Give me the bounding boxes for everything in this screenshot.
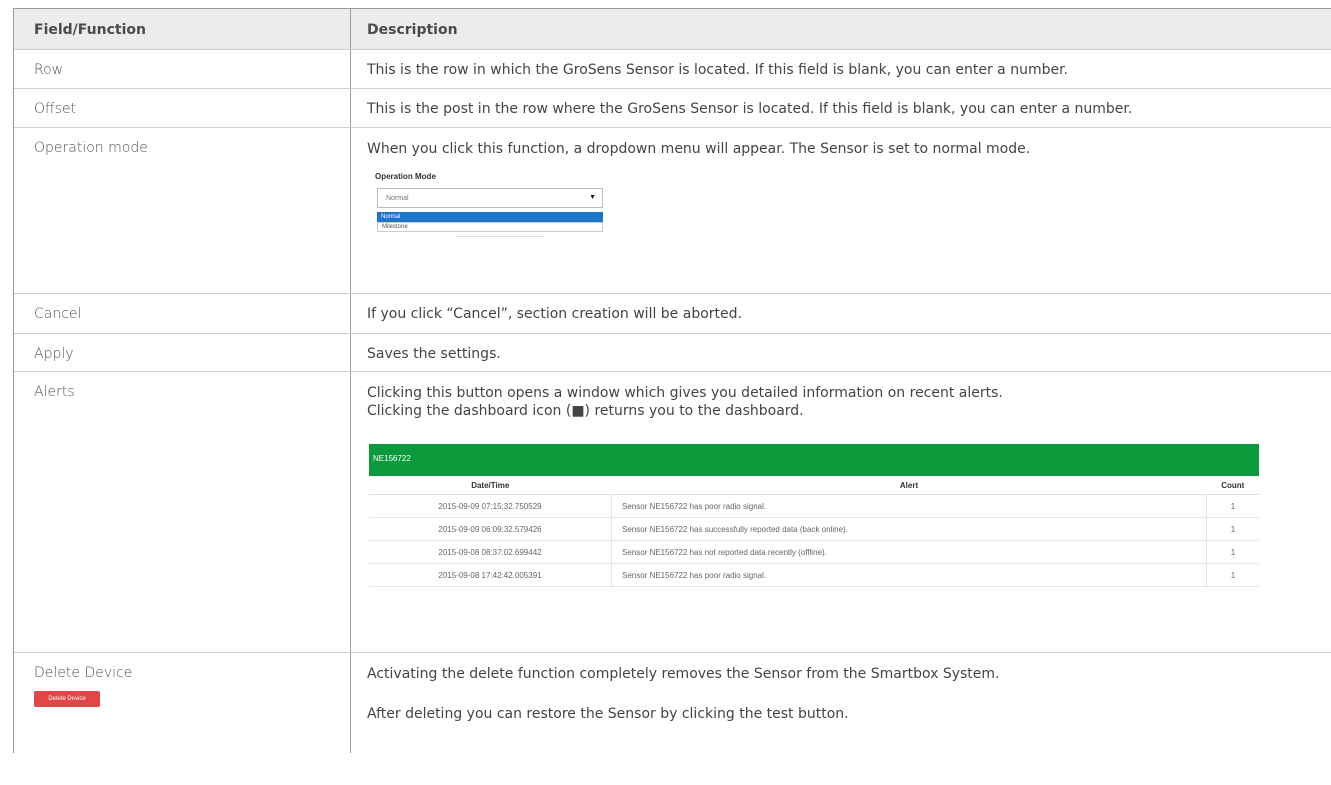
alerts-window-screenshot: NE156722 Date/Time Alert Count 2015-09-0… [369, 444, 1259, 587]
alert-row: 2015-09-09 07:15:32.750529 Sensor NE1567… [369, 494, 1259, 518]
alert-row: 2015-09-08 08:37:02.699442 Sensor NE1567… [369, 540, 1259, 564]
description-cell: Clicking this button opens a window whic… [351, 372, 1331, 652]
table-row: Offset This is the post in the row where… [14, 89, 1331, 128]
description-cell: If you click “Cancel”, section creation … [367, 306, 742, 322]
table-row: Row This is the row in which the GroSens… [14, 50, 1331, 89]
alert-row: 2015-09-09 06:09:32.579426 Sensor NE1567… [369, 517, 1259, 541]
field-cell: Operation mode [14, 128, 351, 293]
description-cell: This is the post in the row where the Gr… [367, 101, 1133, 117]
description-cell: Activating the delete function completel… [351, 653, 1331, 753]
alert-datetime: 2015-09-08 08:37:02.699442 [369, 540, 612, 564]
description-text: Clicking this button opens a window whic… [367, 385, 1003, 401]
alert-message: Sensor NE156722 has not reported data re… [611, 540, 1207, 564]
field-function-table: Field/Function Description Row This is t… [13, 8, 1331, 753]
table-row: Alerts Clicking this button opens a wind… [14, 372, 1331, 653]
description-text: When you click this function, a dropdown… [367, 141, 1031, 157]
alerts-title-bar: NE156722 [369, 444, 1259, 476]
alert-row: 2015-09-08 17:42:42.005391 Sensor NE1567… [369, 563, 1259, 587]
alert-count: 1 [1206, 540, 1259, 564]
field-cell: Delete Device Delete Device [14, 653, 351, 753]
description-cell: This is the row in which the GroSens Sen… [367, 62, 1069, 78]
description-text: Activating the delete function completel… [367, 666, 1000, 682]
alert-message: Sensor NE156722 has poor radio signal. [611, 494, 1207, 518]
option-milestone: Milestone [377, 222, 603, 232]
dropdown-arrow-icon: ▼ [589, 194, 596, 201]
alert-message: Sensor NE156722 has successfully reporte… [611, 517, 1207, 541]
alert-count: 1 [1206, 517, 1259, 541]
table-row: Cancel If you click “Cancel”, section cr… [14, 294, 1331, 334]
alert-count: 1 [1206, 494, 1259, 518]
header-field-function: Field/Function [14, 9, 351, 49]
dropdown-shadow [455, 234, 545, 237]
description-cell: When you click this function, a dropdown… [351, 128, 1331, 293]
alerts-col-alert: Alert [611, 476, 1207, 495]
alert-count: 1 [1206, 563, 1259, 587]
description-text: Clicking the dashboard icon (■) returns … [367, 403, 804, 419]
table-header-row: Field/Function Description [14, 8, 1331, 50]
operation-mode-selected: Normal [386, 195, 409, 202]
field-cell: Offset [14, 89, 351, 127]
field-cell: Alerts [14, 372, 351, 652]
alert-datetime: 2015-09-09 07:15:32.750529 [369, 494, 612, 518]
operation-mode-select: Normal ▼ [377, 188, 603, 208]
operation-mode-label: Operation Mode [375, 172, 436, 181]
alert-message: Sensor NE156722 has poor radio signal. [611, 563, 1207, 587]
description-cell: Saves the settings. [367, 346, 501, 362]
field-label: Delete Device [34, 665, 133, 681]
delete-device-button[interactable]: Delete Device [34, 691, 100, 707]
alerts-col-datetime: Date/Time [369, 476, 612, 495]
table-row: Apply Saves the settings. [14, 334, 1331, 372]
alerts-table: Date/Time Alert Count 2015-09-09 07:15:3… [369, 476, 1259, 587]
operation-mode-dropdown-screenshot: Operation Mode Normal ▼ Normal Milestone [375, 172, 605, 254]
field-cell: Cancel [14, 294, 351, 333]
field-cell: Apply [14, 334, 351, 371]
alert-datetime: 2015-09-09 06:09:32.579426 [369, 517, 612, 541]
alert-datetime: 2015-09-08 17:42:42.005391 [369, 563, 612, 587]
alerts-col-count: Count [1206, 476, 1259, 495]
field-cell: Row [14, 50, 351, 88]
table-row: Operation mode When you click this funct… [14, 128, 1331, 294]
table-row: Delete Device Delete Device Activating t… [14, 653, 1331, 753]
description-text: After deleting you can restore the Senso… [367, 706, 849, 722]
option-normal: Normal [377, 212, 603, 222]
header-description: Description [367, 22, 458, 38]
